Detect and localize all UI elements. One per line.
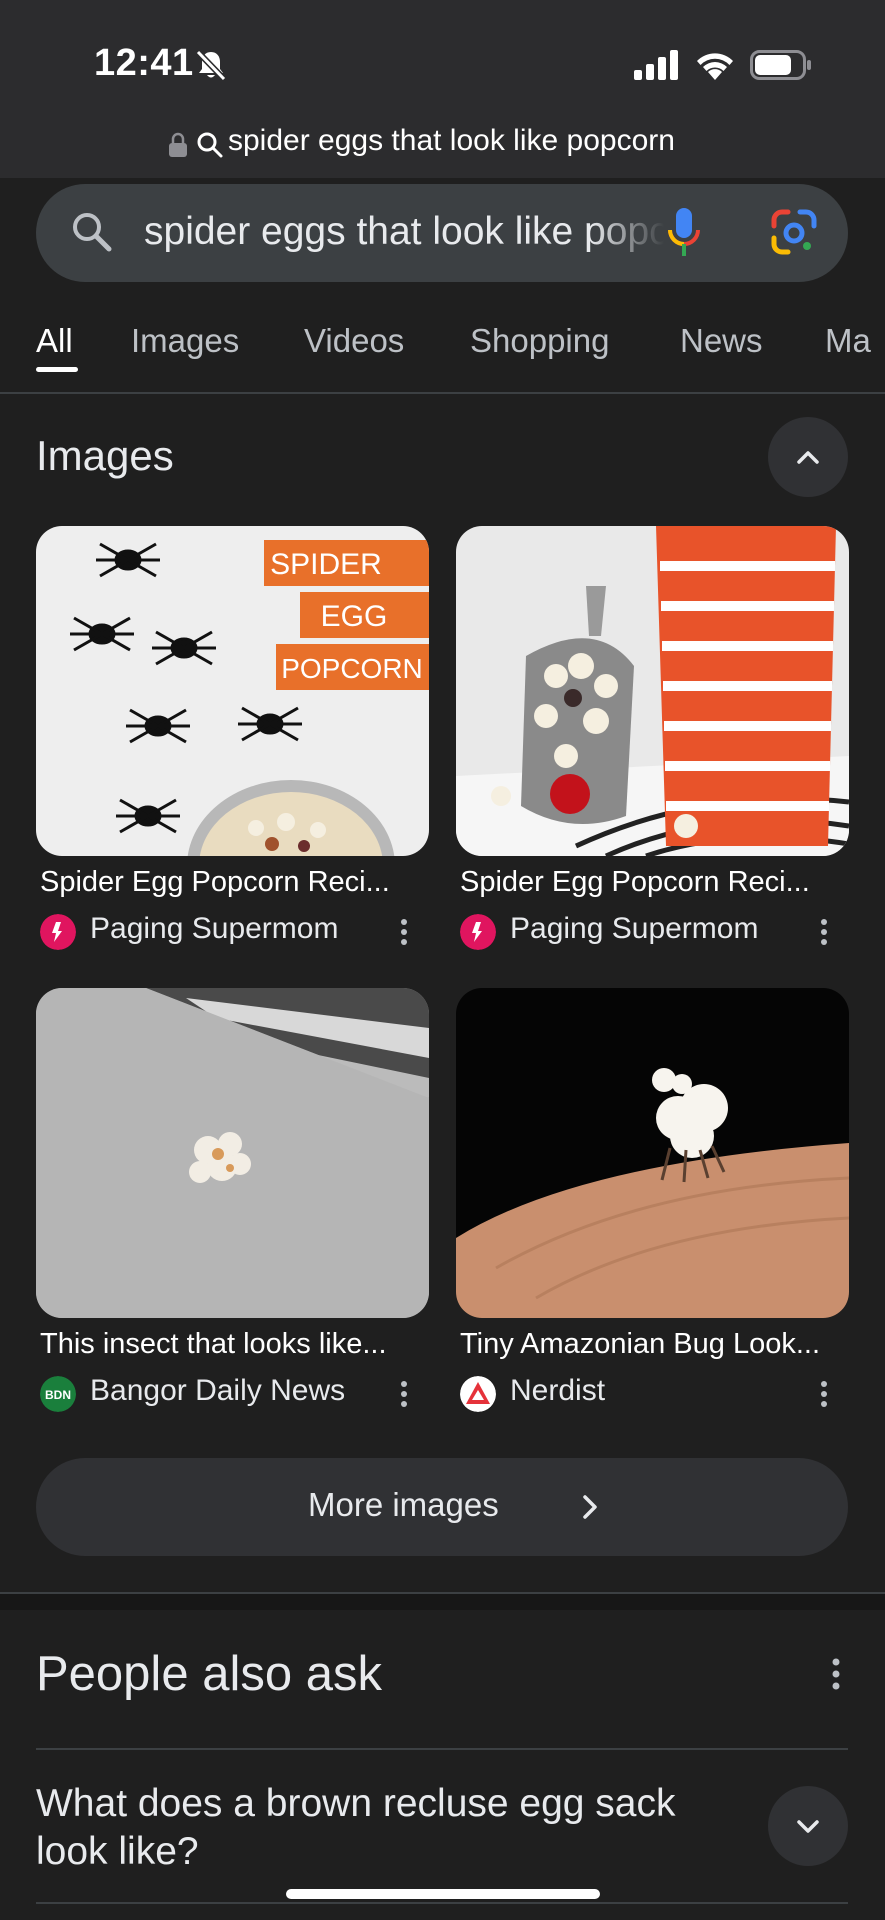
wifi-icon bbox=[697, 53, 733, 80]
image-caption[interactable]: Spider Egg Popcorn Reci... bbox=[460, 866, 848, 899]
nerdist-logo bbox=[460, 1376, 496, 1412]
image-thumbnail[interactable]: SPIDER EGG POPCORN bbox=[36, 526, 429, 856]
more-images-button[interactable]: More images bbox=[36, 1458, 848, 1556]
paa-question-1[interactable]: What does a brown recluse egg sack look … bbox=[36, 1780, 716, 1876]
paging-supermom-logo bbox=[40, 914, 76, 950]
battery-icon bbox=[750, 50, 811, 80]
bangor-daily-news-logo: BDN bbox=[40, 1376, 76, 1412]
tab-news[interactable]: News bbox=[680, 322, 763, 360]
bell-muted-icon bbox=[195, 49, 227, 82]
expand-question-button[interactable] bbox=[768, 1786, 848, 1866]
image-thumbnail[interactable] bbox=[36, 988, 429, 1318]
image-text-egg: EGG bbox=[321, 600, 388, 633]
chevron-right-icon bbox=[583, 1495, 597, 1519]
more-options-icon[interactable] bbox=[392, 1376, 416, 1412]
tab-shopping[interactable]: Shopping bbox=[470, 322, 609, 360]
chevron-down-icon bbox=[797, 1820, 819, 1833]
chevron-up-icon bbox=[797, 451, 819, 464]
tab-videos[interactable]: Videos bbox=[304, 322, 404, 360]
search-box[interactable]: spider eggs that look like popcorn bbox=[36, 184, 848, 282]
image-caption[interactable]: Spider Egg Popcorn Reci... bbox=[40, 866, 428, 899]
image-source-name[interactable]: Bangor Daily News bbox=[90, 1374, 345, 1408]
more-options-icon[interactable] bbox=[812, 1376, 836, 1412]
tab-all[interactable]: All bbox=[36, 322, 73, 360]
svg-text:BDN: BDN bbox=[45, 1388, 71, 1402]
status-bar: 12:41 bbox=[0, 0, 885, 120]
image-source-name[interactable]: Nerdist bbox=[510, 1374, 605, 1408]
search-icon bbox=[73, 213, 112, 252]
image-thumbnail[interactable] bbox=[456, 526, 849, 856]
images-section-title: Images bbox=[36, 432, 174, 479]
paa-divider bbox=[36, 1748, 848, 1750]
cellular-signal-icon bbox=[634, 50, 678, 80]
search-input[interactable]: spider eggs that look like popcorn bbox=[144, 210, 664, 254]
more-options-icon[interactable] bbox=[812, 914, 836, 950]
google-lens-icon[interactable] bbox=[770, 208, 818, 256]
section-separator bbox=[0, 1594, 885, 1610]
search-tabs: All Images Videos Shopping News Ma bbox=[0, 310, 885, 390]
active-tab-indicator bbox=[36, 367, 78, 372]
collapse-images-button[interactable] bbox=[768, 417, 848, 497]
paa-divider bbox=[36, 1902, 848, 1904]
voice-search-icon[interactable] bbox=[666, 206, 702, 260]
image-source-name[interactable]: Paging Supermom bbox=[510, 912, 758, 946]
search-icon bbox=[197, 132, 223, 158]
home-indicator[interactable] bbox=[286, 1889, 600, 1899]
image-thumbnail[interactable] bbox=[456, 988, 849, 1318]
url-bar[interactable]: spider eggs that look like popcorn bbox=[0, 120, 885, 178]
paging-supermom-logo bbox=[460, 914, 496, 950]
more-options-icon[interactable] bbox=[392, 914, 416, 950]
url-text: spider eggs that look like popcorn bbox=[228, 124, 675, 157]
image-text-spider: SPIDER bbox=[270, 548, 382, 581]
more-options-icon[interactable] bbox=[826, 1656, 846, 1692]
tab-images[interactable]: Images bbox=[131, 322, 239, 360]
image-text-popcorn: POPCORN bbox=[281, 653, 423, 684]
tab-maps[interactable]: Ma bbox=[825, 322, 871, 360]
tabs-divider bbox=[0, 392, 885, 394]
image-source-name[interactable]: Paging Supermom bbox=[90, 912, 338, 946]
image-caption[interactable]: Tiny Amazonian Bug Look... bbox=[460, 1328, 848, 1361]
lock-icon bbox=[169, 132, 187, 157]
status-time: 12:41 bbox=[94, 42, 194, 84]
image-caption[interactable]: This insect that looks like... bbox=[40, 1328, 428, 1361]
more-images-label: More images bbox=[308, 1486, 499, 1523]
people-also-ask-title: People also ask bbox=[36, 1647, 382, 1701]
